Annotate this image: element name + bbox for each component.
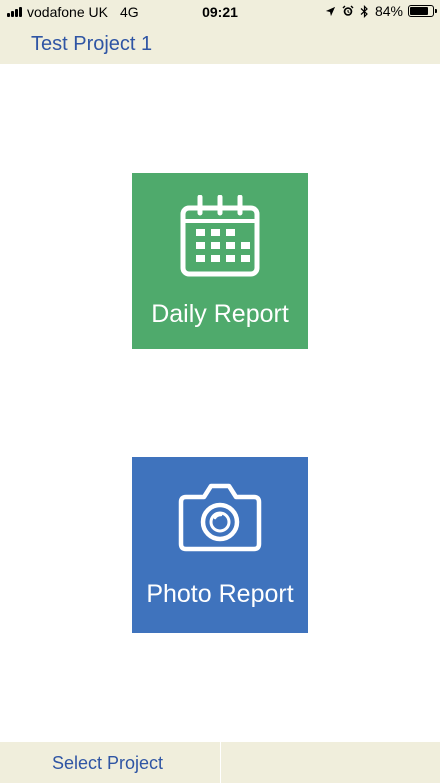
select-project-label: Select Project bbox=[52, 753, 164, 773]
empty-tab[interactable] bbox=[221, 742, 440, 783]
status-bar: vodafone UK 4G 09:21 84% bbox=[0, 0, 440, 24]
alarm-icon bbox=[342, 5, 354, 17]
calendar-icon bbox=[132, 195, 308, 279]
daily-report-button[interactable]: Daily Report bbox=[132, 173, 308, 349]
battery-icon bbox=[408, 5, 437, 17]
daily-report-label: Daily Report bbox=[151, 300, 289, 328]
app-screen: vodafone UK 4G 09:21 84% Test Project 1 bbox=[0, 0, 440, 783]
photo-report-button[interactable]: Photo Report bbox=[132, 457, 308, 633]
location-arrow-icon bbox=[325, 6, 336, 17]
battery-percent: 84% bbox=[374, 3, 403, 19]
battery-fill bbox=[410, 7, 429, 15]
bottom-tab-bar: Select Project bbox=[0, 742, 440, 783]
status-right: 84% bbox=[325, 3, 437, 19]
select-project-tab[interactable]: Select Project bbox=[0, 742, 221, 783]
camera-icon bbox=[132, 483, 308, 553]
navigation-bar: Test Project 1 bbox=[0, 24, 440, 64]
photo-report-label: Photo Report bbox=[146, 580, 294, 608]
bluetooth-icon bbox=[360, 4, 369, 18]
project-title: Test Project 1 bbox=[31, 33, 153, 55]
